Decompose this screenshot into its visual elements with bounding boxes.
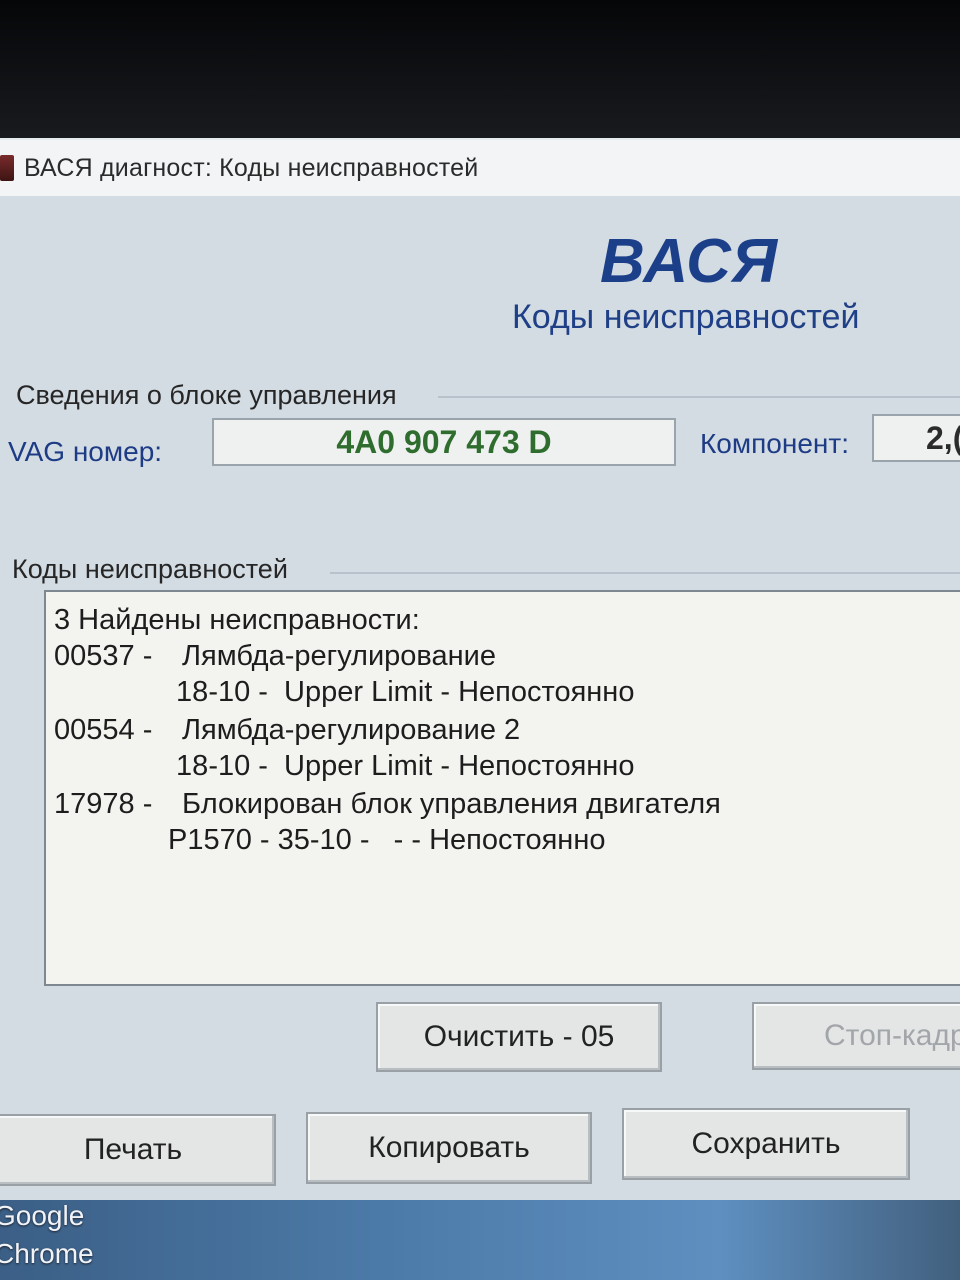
- window-title: ВАСЯ диагност: Коды неисправностей: [24, 153, 479, 182]
- fault-description: Блокирован блок управления двигателя: [182, 788, 721, 820]
- fault-detail: P1570 - 35-10 - - - Непостоянно: [168, 824, 606, 856]
- app-icon: [0, 155, 14, 181]
- title-bar: ВАСЯ диагност: Коды неисправностей: [0, 140, 960, 196]
- faults-found-header: 3 Найдены неисправности:: [54, 604, 420, 636]
- chrome-shortcut-label[interactable]: Google: [0, 1200, 84, 1232]
- freeze-frame-button[interactable]: Стоп-кадр: [752, 1002, 960, 1070]
- chrome-shortcut-label[interactable]: Chrome: [0, 1238, 94, 1270]
- control-info-section-title: Сведения о блоке управления: [16, 380, 397, 410]
- brand-logo: ВАСЯ: [600, 227, 779, 296]
- fault-description: Лямбда-регулирование: [182, 640, 496, 672]
- fault-codes-panel[interactable]: 3 Найдены неисправности: 00537 - Лямбда-…: [44, 590, 960, 986]
- group-divider: [438, 396, 960, 398]
- component-field: 2,(: [872, 414, 960, 462]
- fault-description: Лямбда-регулирование 2: [182, 714, 521, 746]
- brand-subtitle: Коды неисправностей: [512, 298, 860, 336]
- group-divider: [330, 572, 960, 574]
- copy-button[interactable]: Копировать: [306, 1112, 592, 1184]
- component-label: Компонент:: [700, 428, 849, 459]
- fault-code: 00554 -: [54, 714, 153, 746]
- clear-codes-button[interactable]: Очистить - 05: [376, 1002, 662, 1072]
- monitor-bezel: [0, 0, 960, 150]
- desktop-background: Google Chrome: [0, 1200, 960, 1280]
- fault-detail: 18-10 - Upper Limit - Непостоянно: [168, 676, 635, 708]
- faults-section-title: Коды неисправностей: [12, 554, 288, 584]
- app-window: ВАСЯ диагност: Коды неисправностей ВАСЯ …: [0, 138, 960, 1202]
- vag-number-label: VAG номер:: [8, 436, 163, 467]
- vag-number-field: 4A0 907 473 D: [212, 418, 676, 466]
- fault-detail: 18-10 - Upper Limit - Непостоянно: [168, 750, 635, 782]
- print-button[interactable]: Печать: [0, 1114, 276, 1186]
- save-button[interactable]: Сохранить: [622, 1108, 910, 1180]
- fault-code: 00537 -: [54, 640, 153, 672]
- fault-code: 17978 -: [54, 788, 153, 820]
